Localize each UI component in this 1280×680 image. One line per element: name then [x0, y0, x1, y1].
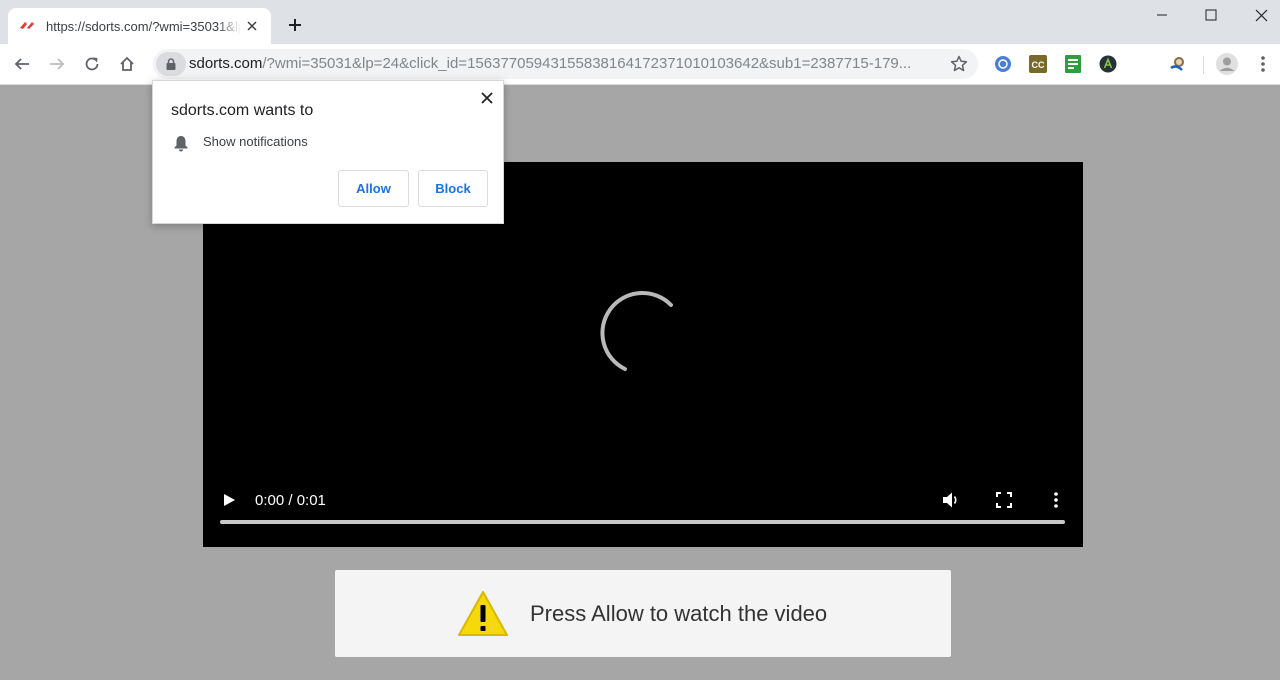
green-extension-icon[interactable]	[1063, 54, 1083, 74]
tab-title: https://sdorts.com/?wmi=35031&lp=24&clic…	[46, 18, 241, 34]
notification-permission-popup: sdorts.com wants to Show notifications A…	[152, 80, 504, 224]
browser-toolbar: sdorts.com/?wmi=35031&lp=24&click_id=156…	[0, 44, 1280, 85]
bookmark-star-icon[interactable]	[948, 53, 970, 75]
back-icon[interactable]	[8, 50, 36, 78]
tab-close-icon[interactable]	[243, 17, 261, 35]
warning-banner: Press Allow to watch the video	[335, 570, 951, 657]
volume-icon[interactable]	[935, 484, 967, 516]
window-close-icon[interactable]	[1238, 0, 1280, 30]
globe-extension-icon[interactable]	[993, 54, 1013, 74]
maximize-icon[interactable]	[1188, 0, 1234, 30]
address-bar[interactable]: sdorts.com/?wmi=35031&lp=24&click_id=156…	[153, 49, 978, 79]
url-host: sdorts.com	[189, 56, 263, 72]
video-progress-bar[interactable]	[220, 520, 1065, 524]
reload-icon[interactable]	[78, 50, 106, 78]
new-tab-icon[interactable]	[284, 14, 306, 36]
block-button[interactable]: Block	[418, 170, 488, 207]
home-icon[interactable]	[113, 50, 141, 78]
forward-icon[interactable]	[43, 50, 71, 78]
browser-tab[interactable]: https://sdorts.com/?wmi=35031&lp=24&clic…	[8, 8, 271, 44]
bell-icon	[174, 136, 188, 152]
popup-title: sdorts.com wants to	[171, 102, 314, 119]
url-path: /?wmi=35031&lp=24&click_id=1563770594315…	[262, 56, 912, 72]
svg-text:CC: CC	[1032, 60, 1045, 70]
video-more-icon[interactable]	[1040, 484, 1072, 516]
permission-label: Show notifications	[203, 134, 308, 149]
video-time: 0:00 / 0:01	[255, 492, 326, 509]
warning-icon	[458, 591, 508, 636]
cc-extension-icon[interactable]: CC	[1028, 54, 1048, 74]
close-icon[interactable]	[479, 90, 495, 106]
url-text[interactable]: sdorts.com/?wmi=35031&lp=24&click_id=156…	[189, 56, 934, 72]
loading-spinner-icon	[600, 291, 673, 371]
sdorts-favicon-icon	[18, 17, 36, 35]
profile-avatar-icon[interactable]	[1215, 52, 1239, 76]
allow-button[interactable]: Allow	[338, 170, 409, 207]
banner-text: Press Allow to watch the video	[530, 601, 828, 626]
toolbar-divider	[1203, 56, 1204, 74]
fullscreen-icon[interactable]	[988, 484, 1020, 516]
lock-icon[interactable]	[156, 52, 186, 76]
sloth-extension-icon[interactable]	[1168, 54, 1188, 74]
video-controls: 0:00 / 0:01	[203, 480, 1083, 520]
tab-strip: https://sdorts.com/?wmi=35031&lp=24&clic…	[0, 0, 1280, 44]
a-extension-icon[interactable]	[1098, 54, 1118, 74]
menu-kebab-icon[interactable]	[1253, 54, 1273, 74]
minimize-icon[interactable]	[1139, 0, 1185, 30]
play-icon[interactable]	[213, 484, 245, 516]
